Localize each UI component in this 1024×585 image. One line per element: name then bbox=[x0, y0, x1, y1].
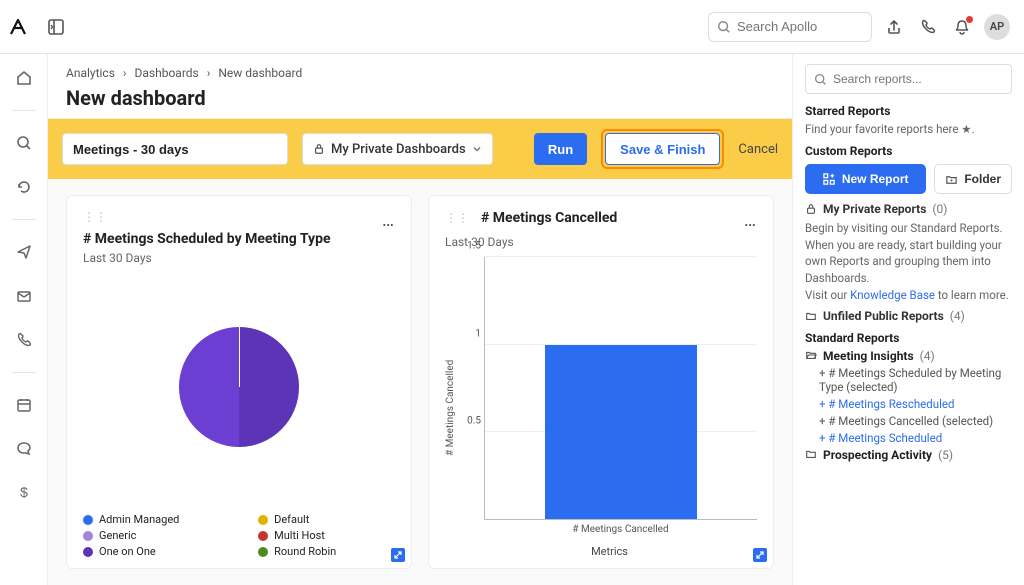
grid-plus-icon bbox=[823, 173, 836, 186]
chevron-down-icon bbox=[472, 144, 482, 154]
lock-icon bbox=[313, 143, 325, 155]
run-button[interactable]: Run bbox=[534, 133, 587, 165]
meeting-insights-folder[interactable]: Meeting Insights (4) bbox=[805, 349, 1012, 363]
widget-meetings-cancelled: ⋮⋮ # Meetings Cancelled … Last 30 Days #… bbox=[428, 195, 774, 569]
crumb-root[interactable]: Analytics bbox=[66, 66, 115, 80]
folder-open-icon bbox=[805, 349, 817, 361]
page-title: New dashboard bbox=[66, 86, 774, 110]
nav-refresh-icon[interactable] bbox=[12, 175, 36, 199]
chevron-right-icon: › bbox=[123, 66, 127, 80]
report-item-link[interactable]: + # Meetings Scheduled bbox=[819, 431, 1012, 445]
dashboard-config-bar: My Private Dashboards Run Save & Finish … bbox=[48, 119, 792, 179]
nav-money-icon[interactable]: $ bbox=[12, 481, 36, 505]
chevron-right-icon: › bbox=[207, 66, 211, 80]
lock-icon bbox=[805, 203, 817, 215]
nav-send-icon[interactable] bbox=[12, 240, 36, 264]
widget-subtitle: Last 30 Days bbox=[83, 251, 395, 265]
folder-icon bbox=[805, 310, 817, 322]
reports-search-input[interactable] bbox=[833, 72, 1003, 86]
y-tick: 1 bbox=[461, 328, 481, 339]
my-private-reports-folder[interactable]: My Private Reports (0) bbox=[805, 202, 1012, 216]
prospecting-folder[interactable]: Prospecting Activity (5) bbox=[805, 448, 1012, 462]
custom-heading: Custom Reports bbox=[805, 144, 1012, 158]
starred-hint: Find your favorite reports here ★. bbox=[805, 122, 1012, 136]
svg-text:$: $ bbox=[20, 484, 28, 500]
widget-menu-icon[interactable]: … bbox=[744, 210, 757, 231]
expand-widget-icon[interactable] bbox=[753, 548, 767, 562]
x-axis-label: Metrics bbox=[462, 545, 757, 558]
widget-title: # Meetings Cancelled bbox=[481, 210, 617, 226]
y-tick: 0.5 bbox=[461, 415, 481, 426]
notifications-icon[interactable] bbox=[950, 15, 974, 39]
drag-handle-icon[interactable]: ⋮⋮ bbox=[83, 210, 107, 224]
new-report-button[interactable]: New Report bbox=[805, 164, 926, 194]
dashboard-location-select[interactable]: My Private Dashboards bbox=[302, 133, 493, 165]
left-nav-rail: $ bbox=[0, 54, 48, 585]
reports-description: Begin by visiting our Standard Reports. … bbox=[805, 220, 1012, 303]
save-finish-highlight: Save & Finish bbox=[601, 129, 724, 169]
crumb-current: New dashboard bbox=[218, 66, 302, 80]
expand-widget-icon[interactable] bbox=[391, 548, 405, 562]
widget-title: # Meetings Scheduled by Meeting Type bbox=[83, 231, 395, 247]
legend-item: Admin Managed bbox=[83, 513, 238, 526]
breadcrumb: Analytics › Dashboards › New dashboard bbox=[66, 66, 774, 80]
new-folder-button[interactable]: Folder bbox=[934, 164, 1012, 194]
knowledge-base-link[interactable]: Knowledge Base bbox=[850, 288, 935, 302]
x-category: # Meetings Cancelled bbox=[484, 524, 757, 535]
dashboard-location-label: My Private Dashboards bbox=[331, 142, 466, 157]
legend-item: Generic bbox=[83, 529, 238, 542]
nav-mail-icon[interactable] bbox=[12, 284, 36, 308]
y-axis-label: # Meetings Cancelled bbox=[445, 257, 456, 558]
save-finish-button[interactable]: Save & Finish bbox=[605, 133, 720, 165]
pie-chart bbox=[83, 273, 395, 501]
y-tick: 1.5 bbox=[461, 241, 481, 252]
dashboard-name-input[interactable] bbox=[62, 133, 288, 165]
share-icon[interactable] bbox=[882, 15, 906, 39]
report-item-selected[interactable]: + # Meetings Cancelled (selected) bbox=[819, 414, 1012, 428]
reports-panel: Starred Reports Find your favorite repor… bbox=[792, 54, 1024, 585]
standard-heading: Standard Reports bbox=[805, 331, 1012, 345]
report-item-link[interactable]: + # Meetings Rescheduled bbox=[819, 397, 1012, 411]
bar-chart: # Meetings Cancelled 0.5 1 1.5 bbox=[445, 257, 757, 558]
folder-plus-icon bbox=[945, 173, 958, 186]
nav-chat-icon[interactable] bbox=[12, 437, 36, 461]
phone-icon[interactable] bbox=[916, 15, 940, 39]
nav-phone-icon[interactable] bbox=[12, 328, 36, 352]
pie-legend: Admin Managed Default Generic Multi Host… bbox=[83, 513, 395, 558]
widget-meetings-by-type: ⋮⋮ … # Meetings Scheduled by Meeting Typ… bbox=[66, 195, 412, 569]
expand-panel-icon[interactable] bbox=[44, 15, 68, 39]
report-item-selected[interactable]: + # Meetings Scheduled by Meeting Type (… bbox=[819, 366, 1012, 394]
drag-handle-icon[interactable]: ⋮⋮ bbox=[445, 213, 469, 223]
reports-search[interactable] bbox=[805, 64, 1012, 94]
legend-item: Multi Host bbox=[258, 529, 395, 542]
user-avatar[interactable]: AP bbox=[984, 14, 1010, 40]
nav-calendar-icon[interactable] bbox=[12, 393, 36, 417]
folder-icon bbox=[805, 448, 817, 460]
nav-search-icon[interactable] bbox=[12, 131, 36, 155]
widget-menu-icon[interactable]: … bbox=[382, 210, 395, 231]
global-search[interactable] bbox=[708, 12, 872, 42]
top-bar: AP bbox=[0, 0, 1024, 54]
app-logo bbox=[8, 17, 28, 37]
legend-item: Round Robin bbox=[258, 545, 395, 558]
legend-item: One on One bbox=[83, 545, 238, 558]
widget-subtitle: Last 30 Days bbox=[445, 235, 757, 249]
nav-home-icon[interactable] bbox=[12, 66, 36, 90]
legend-item: Default bbox=[258, 513, 395, 526]
cancel-button[interactable]: Cancel bbox=[738, 142, 778, 157]
starred-heading: Starred Reports bbox=[805, 104, 1012, 118]
crumb-section[interactable]: Dashboards bbox=[135, 66, 199, 80]
unfiled-reports-folder[interactable]: Unfiled Public Reports (4) bbox=[805, 309, 1012, 323]
